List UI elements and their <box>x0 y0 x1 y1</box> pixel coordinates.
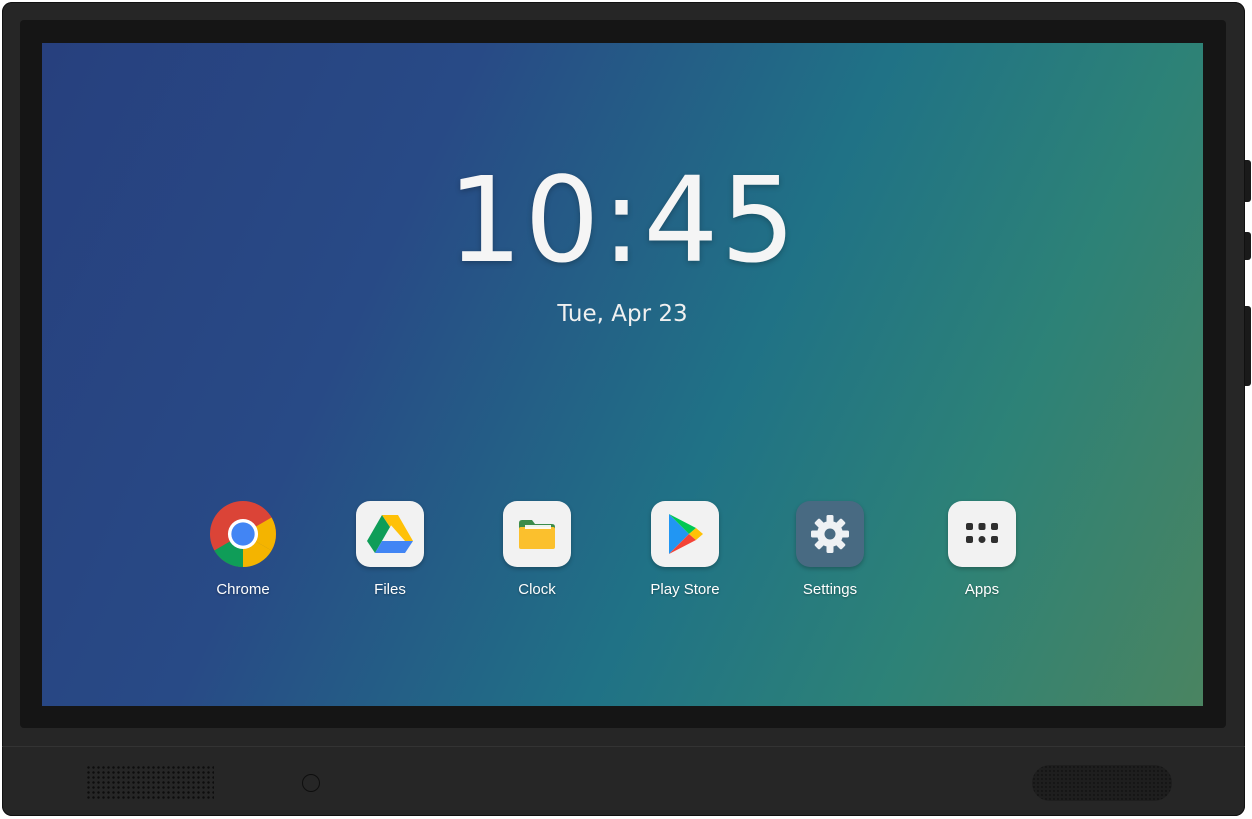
side-button-top[interactable] <box>1245 160 1251 202</box>
app-play-store[interactable]: Play Store <box>630 501 740 598</box>
drive-icon <box>356 501 424 567</box>
side-button-middle[interactable] <box>1245 232 1251 260</box>
light-sensor <box>302 774 320 792</box>
app-chrome[interactable]: Chrome <box>188 500 298 598</box>
app-label-files: Files <box>374 581 406 598</box>
chin-divider <box>2 746 1245 747</box>
gear-icon <box>796 501 864 567</box>
app-grid-icon <box>948 501 1016 567</box>
app-launcher[interactable]: Apps <box>927 501 1037 598</box>
play-store-icon <box>651 501 719 567</box>
side-button-bottom[interactable] <box>1245 306 1251 386</box>
app-label-settings: Settings <box>802 581 858 598</box>
app-settings[interactable]: Settings <box>775 501 885 598</box>
app-label-clock: Clock <box>518 581 556 598</box>
clock-time: 10:45 <box>447 151 798 289</box>
home-screen: 10:45 Tue, Apr 23 Chrome Files Clock Pla… <box>42 43 1203 706</box>
speaker-grille-left <box>86 765 214 801</box>
chrome-icon <box>209 500 277 568</box>
app-label-play-store: Play Store <box>650 581 720 598</box>
app-files[interactable]: Files <box>335 501 445 598</box>
folder-icon <box>503 501 571 567</box>
app-label-apps: Apps <box>964 581 1000 598</box>
speaker-grille-right <box>1032 765 1172 801</box>
app-label-chrome: Chrome <box>216 581 270 598</box>
app-clock[interactable]: Clock <box>482 501 592 598</box>
clock-date: Tue, Apr 23 <box>557 301 688 327</box>
